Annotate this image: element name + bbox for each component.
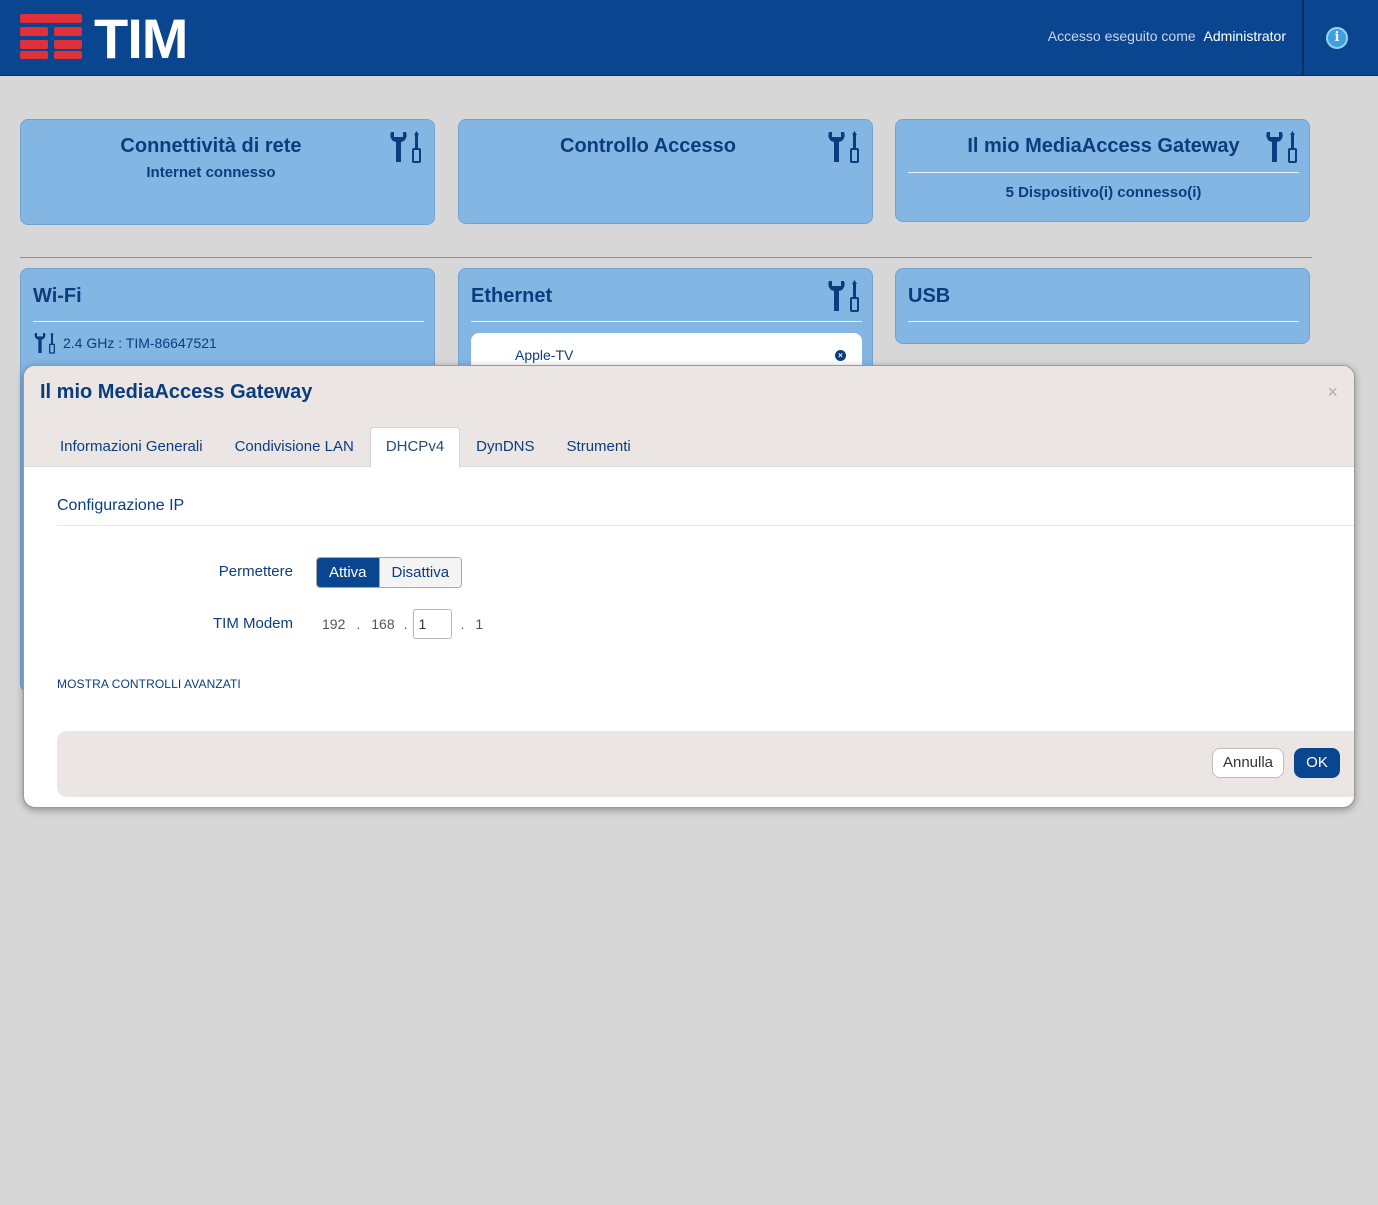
svg-text:TIM: TIM	[94, 14, 187, 60]
modal-footer: Annulla OK	[57, 731, 1354, 797]
card-title: Ethernet	[471, 285, 553, 307]
login-status: Accesso eseguito come Administrator	[1048, 28, 1286, 44]
tools-icon[interactable]	[826, 280, 862, 312]
info-icon[interactable]: i	[1326, 27, 1348, 49]
tab-dyndns[interactable]: DynDNS	[460, 427, 550, 467]
ip-octet-4: 1	[475, 616, 484, 632]
card-title: Connettività di rete	[120, 135, 302, 157]
modal-header: Il mio MediaAccess Gateway × Informazion…	[24, 366, 1354, 468]
gateway-modal: Il mio MediaAccess Gateway × Informazion…	[23, 365, 1355, 808]
show-advanced-link[interactable]: MOSTRA CONTROLLI AVANZATI	[57, 677, 241, 691]
tab-lan-sharing[interactable]: Condivisione LAN	[219, 427, 370, 467]
login-user: Administrator	[1203, 28, 1286, 44]
card-title: Il mio MediaAccess Gateway	[967, 135, 1240, 157]
login-prefix: Accesso eseguito come	[1047, 28, 1196, 44]
card-title: Wi-Fi	[33, 285, 82, 307]
card-network-connectivity[interactable]: Connettività di rete Internet connesso	[20, 119, 435, 225]
card-divider	[471, 321, 862, 322]
disable-option[interactable]: Disattiva	[378, 558, 462, 587]
card-divider	[908, 321, 1299, 322]
card-gateway[interactable]: Il mio MediaAccess Gateway 5 Dispositivo…	[895, 119, 1310, 222]
modal-tabs: Informazioni Generali Condivisione LAN D…	[44, 427, 647, 468]
tab-dhcpv4[interactable]: DHCPv4	[369, 427, 461, 468]
wifi-band-row[interactable]: 2.4 GHz : TIM-86647521	[33, 331, 217, 355]
ip-dot: .	[356, 616, 361, 632]
section-divider	[57, 525, 1354, 526]
card-status: Internet connesso	[146, 164, 276, 181]
remove-device-icon[interactable]: ×	[835, 350, 846, 361]
tab-general-info[interactable]: Informazioni Generali	[44, 427, 219, 467]
ip-dot: .	[460, 616, 465, 632]
enable-option[interactable]: Attiva	[317, 558, 379, 587]
tools-icon[interactable]	[826, 131, 862, 163]
tab-tools[interactable]: Strumenti	[551, 427, 647, 467]
modem-ip-label: TIM Modem	[212, 615, 293, 632]
section-separator	[20, 257, 1312, 258]
ip-octet-2: 168	[371, 616, 395, 632]
header-divider	[1302, 0, 1304, 76]
card-status: 5 Dispositivo(i) connesso(i)	[1005, 184, 1202, 201]
modem-ip-address: 192 . 168 . . 1	[320, 609, 485, 639]
card-divider	[908, 172, 1299, 173]
card-access-control[interactable]: Controllo Accesso	[458, 119, 873, 224]
tools-icon[interactable]	[388, 131, 424, 163]
ip-octet-3-input[interactable]	[412, 609, 452, 639]
card-title: USB	[908, 285, 951, 307]
ok-button[interactable]: OK	[1294, 748, 1340, 778]
close-icon[interactable]: ×	[1327, 382, 1338, 403]
card-usb[interactable]: USB	[895, 268, 1310, 344]
cancel-button[interactable]: Annulla	[1212, 748, 1284, 778]
top-bar: TIM Accesso eseguito come Administrator …	[0, 0, 1378, 76]
tools-icon[interactable]	[1264, 131, 1300, 163]
ethernet-device-name[interactable]: Apple-TV	[515, 347, 573, 363]
wifi-band-label: 2.4 GHz : TIM-86647521	[63, 335, 217, 351]
tools-icon[interactable]	[33, 331, 57, 355]
tim-logo: TIM	[20, 14, 188, 60]
section-title: Configurazione IP	[57, 497, 185, 514]
permit-toggle[interactable]: Attiva Disattiva	[316, 557, 463, 588]
permit-label: Permettere	[218, 563, 293, 580]
ip-octet-1: 192	[322, 616, 346, 632]
modal-title: Il mio MediaAccess Gateway	[40, 381, 313, 403]
card-divider	[33, 321, 424, 322]
ip-dot: .	[403, 616, 408, 632]
card-title: Controllo Accesso	[560, 135, 736, 157]
